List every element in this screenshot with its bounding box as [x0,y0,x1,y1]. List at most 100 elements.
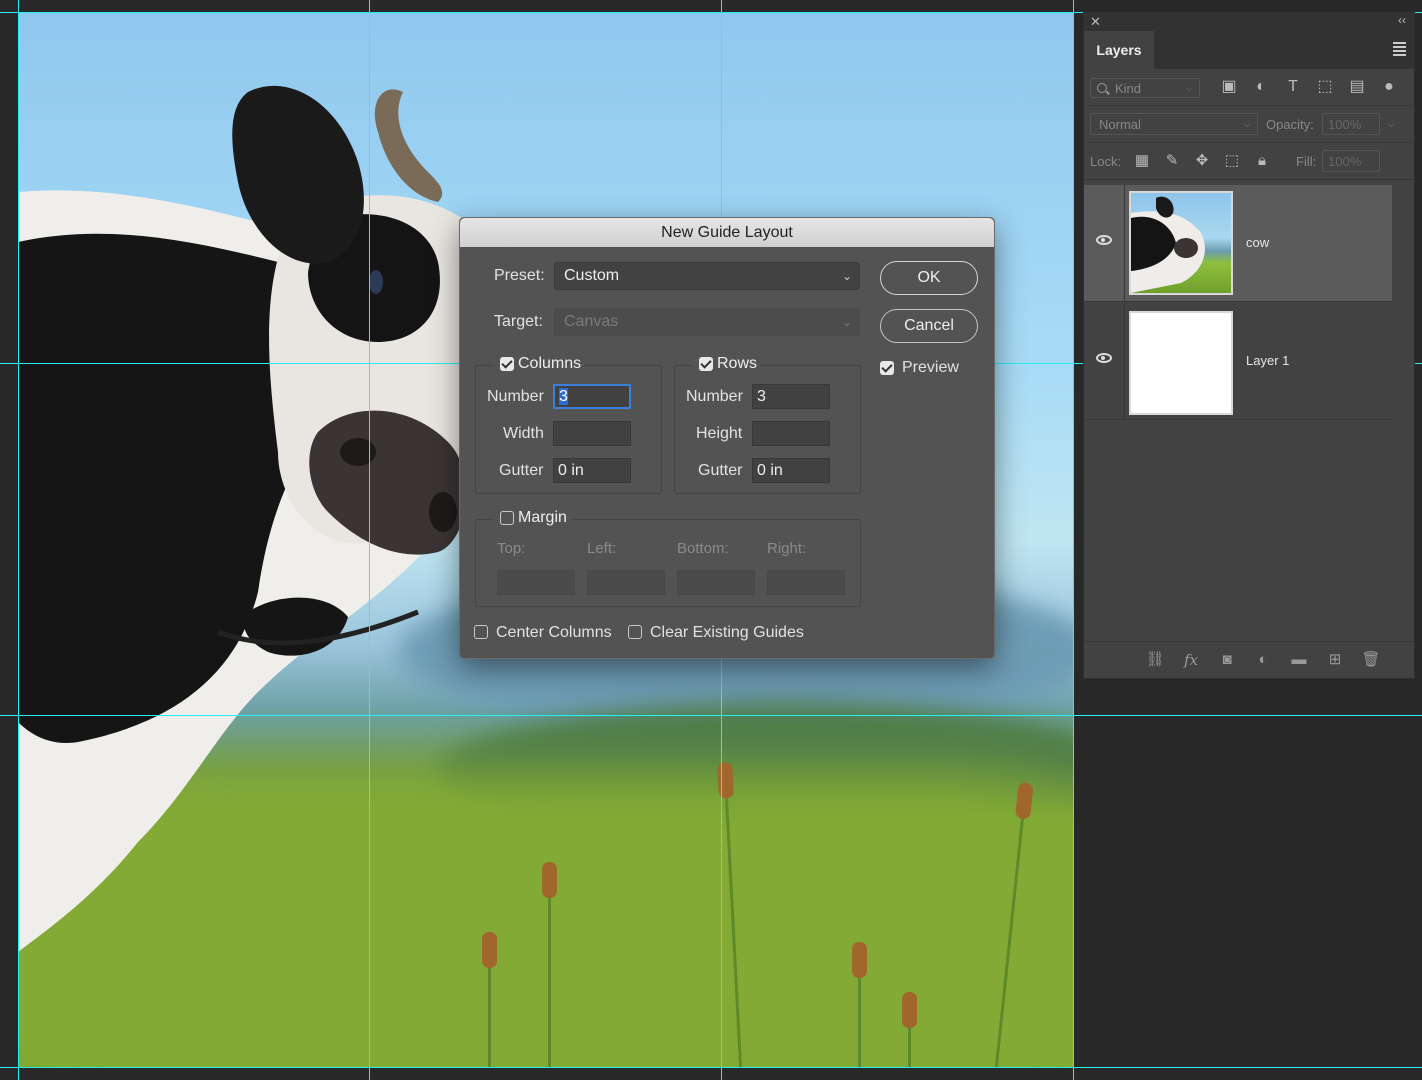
smart-object-filter-icon[interactable]: ▤ [1348,78,1366,96]
trash-icon[interactable]: 🗑︎ [1360,650,1382,670]
clear-guides-label[interactable]: Clear Existing Guides [650,624,804,642]
margin-checkbox[interactable] [500,511,514,525]
columns-width-label: Width [503,425,544,442]
guide-horizontal[interactable] [0,715,1422,716]
rows-checkbox[interactable] [699,357,713,371]
layer-thumbnail [1129,311,1233,415]
guide-vertical[interactable] [369,0,370,1080]
margin-left-label: Left: [587,540,617,557]
columns-number-value: 3 [559,388,568,405]
collapse-panel-icon[interactable]: ‹‹ [1398,13,1406,27]
dialog-title: New Guide Layout [460,218,994,247]
lock-label: Lock: [1090,154,1122,169]
target-label: Target: [494,313,543,330]
margin-top-label: Top: [497,540,526,557]
chevron-down-icon: ⌄ [841,315,852,329]
rows-number-label: Number [686,388,743,405]
panel-footer: ⛓︎ fx ◙ ◐ ▬ ⊞ 🗑︎ [1084,641,1414,678]
visibility-eye-icon[interactable] [1096,353,1112,363]
preset-select[interactable]: Custom ⌄ [554,262,860,290]
blend-mode-value: Normal [1099,117,1141,132]
columns-number-input[interactable]: 3 [553,384,631,409]
close-panel-icon[interactable]: ✕ [1090,14,1101,30]
ok-button[interactable]: OK [880,261,978,295]
fill-field[interactable]: 100% [1322,150,1380,172]
tab-layers[interactable]: Layers [1084,31,1154,69]
new-guide-layout-dialog: New Guide Layout Preset: Custom ⌄ Target… [459,217,995,659]
lock-row: Lock: ▦ ✎ ✥ ⬚ 🔒︎ Fill: 100% [1084,143,1414,180]
panel-topbar: ✕ ‹‹ [1084,13,1414,31]
grass-stalk [482,932,497,1067]
grass-stalk [852,942,867,1067]
margin-bottom-input [677,570,755,595]
rows-number-input[interactable]: 3 [752,384,830,409]
new-layer-icon[interactable]: ⊞ [1324,650,1346,670]
panel-menu-icon[interactable] [1393,40,1406,58]
rows-height-label: Height [696,425,743,442]
lock-transparent-icon[interactable]: ▦ [1132,151,1152,171]
lock-all-icon[interactable]: 🔒︎ [1252,151,1272,171]
fx-icon[interactable]: fx [1180,650,1202,670]
lock-image-icon[interactable]: ✎ [1162,151,1182,171]
columns-gutter-input[interactable]: 0 in [553,458,631,483]
layer-name[interactable]: cow [1246,235,1269,250]
layer-thumbnail [1129,191,1233,295]
preset-value: Custom [564,267,620,284]
opacity-field[interactable]: 100% ⌵ [1322,113,1395,135]
rows-gutter-label: Gutter [698,462,743,479]
opacity-label: Opacity: [1266,117,1314,132]
filter-kind-label: Kind [1115,81,1142,96]
preview-checkbox[interactable] [880,361,894,375]
chevron-down-icon[interactable]: ⌵ [1387,114,1395,136]
fill-label: Fill: [1296,154,1317,169]
target-value: Canvas [564,313,619,330]
columns-width-input[interactable] [553,421,631,446]
guide-vertical[interactable] [18,0,19,1080]
mask-icon[interactable]: ◙ [1216,650,1238,670]
link-icon[interactable]: ⛓︎ [1144,650,1166,670]
preview-label[interactable]: Preview [902,359,959,377]
adjustment-icon[interactable]: ◐ [1252,650,1274,670]
panel-tab-bar: Layers [1084,31,1414,69]
blend-row: Normal ⌵ Opacity: 100% ⌵ [1084,106,1414,143]
chevron-down-icon: ⌵ [1185,83,1193,94]
lock-position-icon[interactable]: ✥ [1192,151,1212,171]
center-columns-checkbox[interactable] [474,625,488,639]
preset-label: Preset: [494,267,545,284]
margin-right-input [767,570,845,595]
layer-name[interactable]: Layer 1 [1246,353,1289,368]
layer-row-layer-1[interactable]: Layer 1 [1084,303,1392,420]
columns-checkbox-mark[interactable] [500,357,514,371]
filter-toggle-icon[interactable]: ● [1380,78,1398,96]
target-select: Canvas ⌄ [554,308,860,336]
shape-filter-icon[interactable]: ⬚ [1316,78,1334,96]
margin-right-label: Right: [767,540,807,557]
filter-kind-select[interactable]: Kind ⌵ [1090,78,1200,98]
grass-stalk [542,862,557,1067]
layers-panel: ✕ ‹‹ Layers Kind ⌵ ▣ ◐ T ⬚ ▤ ● Normal ⌵ … [1083,12,1415,679]
layer-filter-row: Kind ⌵ ▣ ◐ T ⬚ ▤ ● [1084,69,1414,106]
blend-mode-select[interactable]: Normal ⌵ [1090,113,1258,135]
margin-bottom-label: Bottom: [677,540,729,557]
layer-row-cow[interactable]: cow [1084,185,1392,302]
guide-horizontal[interactable] [0,1067,1422,1068]
columns-number-label: Number [487,388,544,405]
center-columns-label[interactable]: Center Columns [496,624,612,642]
image-filter-icon[interactable]: ▣ [1220,78,1238,96]
type-filter-icon[interactable]: T [1284,78,1302,96]
lock-artboard-icon[interactable]: ⬚ [1222,151,1242,171]
folder-icon[interactable]: ▬ [1288,650,1310,670]
visibility-eye-icon[interactable] [1096,235,1112,245]
guide-vertical[interactable] [1073,0,1074,1080]
adjustment-filter-icon[interactable]: ◐ [1252,78,1270,96]
opacity-value: 100% [1328,117,1362,132]
cancel-button[interactable]: Cancel [880,309,978,343]
rows-height-input[interactable] [752,421,830,446]
search-icon [1097,83,1107,93]
margin-top-input [497,570,575,595]
clear-guides-checkbox[interactable] [628,625,642,639]
chevron-down-icon: ⌄ [841,269,852,283]
rows-gutter-input[interactable]: 0 in [752,458,830,483]
fill-value: 100% [1328,154,1362,169]
grass-stalk [902,992,917,1067]
